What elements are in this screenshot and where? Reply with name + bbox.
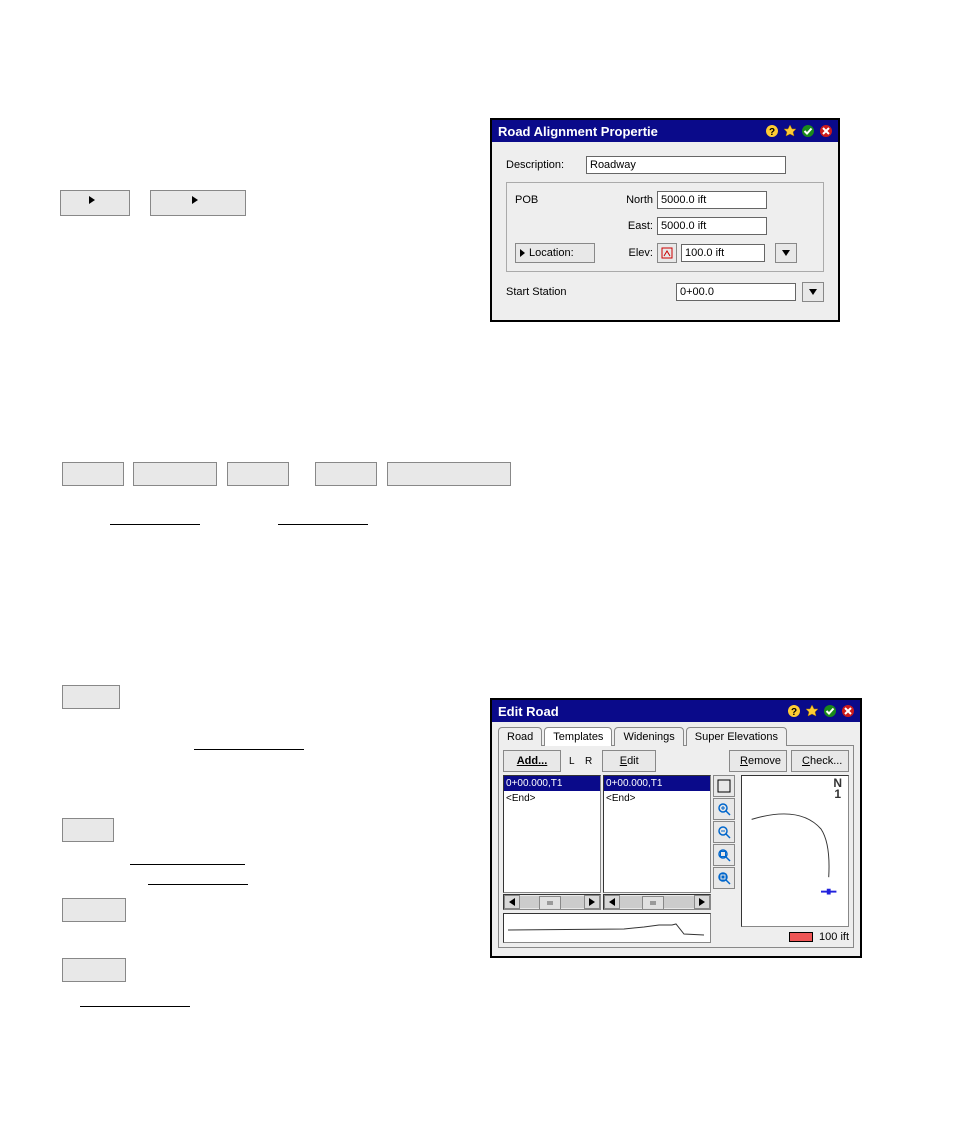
left-list-hscroll[interactable] [503, 894, 601, 910]
placeholder-button-2[interactable] [150, 190, 246, 216]
zoom-window-icon[interactable] [713, 844, 735, 866]
scroll-grip[interactable] [539, 896, 561, 910]
list-item[interactable]: <End> [604, 791, 710, 806]
dialog-titlebar: Edit Road ? [492, 700, 860, 722]
play-icon [520, 249, 525, 257]
edit-button[interactable]: Edit [602, 750, 656, 772]
zoom-in-icon[interactable] [713, 798, 735, 820]
north-input[interactable] [657, 191, 767, 209]
ok-icon[interactable] [800, 123, 816, 139]
pob-label: POB [515, 194, 613, 206]
placeholder-button-1[interactable] [60, 190, 130, 216]
elev-dropdown-button[interactable] [775, 243, 797, 263]
pob-fieldset: POB North East: Location: Elev: [506, 182, 824, 272]
toolbar-btn-4[interactable] [315, 462, 377, 486]
start-station-dropdown-button[interactable] [802, 282, 824, 302]
remove-button[interactable]: Remove [729, 750, 787, 772]
help-icon[interactable]: ? [786, 703, 802, 719]
list-item[interactable]: <End> [504, 791, 600, 806]
tab-bar: Road Templates Widenings Super Elevation… [492, 722, 860, 745]
scroll-left-icon[interactable] [604, 895, 620, 909]
lr-label: L R [569, 756, 596, 767]
start-station-input[interactable] [676, 283, 796, 301]
tab-body: Add... L R Edit Remove Check... 0+00.000… [498, 745, 854, 948]
east-label: East: [613, 220, 653, 232]
zoom-extents-icon[interactable] [713, 775, 735, 797]
tab-widenings[interactable]: Widenings [614, 727, 683, 746]
elev-input[interactable] [681, 244, 765, 262]
tab-road[interactable]: Road [498, 727, 542, 746]
north-label: North [613, 194, 653, 206]
bottom-link-1[interactable] [130, 850, 245, 865]
svg-text:?: ? [791, 707, 797, 718]
description-input[interactable] [586, 156, 786, 174]
location-button[interactable]: Location: [515, 243, 595, 263]
profile-strip [503, 913, 711, 943]
east-input[interactable] [657, 217, 767, 235]
toolbar-btn-5[interactable] [387, 462, 511, 486]
right-template-list[interactable]: 0+00.000,T1 <End> [603, 775, 711, 893]
tab-templates[interactable]: Templates [544, 727, 612, 746]
scale-legend: 100 ift [737, 931, 849, 943]
close-icon[interactable] [840, 703, 856, 719]
left-template-list[interactable]: 0+00.000,T1 <End> [503, 775, 601, 893]
scroll-right-icon[interactable] [694, 895, 710, 909]
dialog-title: Edit Road [498, 704, 786, 719]
toolbar-btn-3[interactable] [227, 462, 289, 486]
elev-icon-button[interactable] [657, 243, 677, 263]
help-icon[interactable]: ? [764, 123, 780, 139]
description-label: Description: [506, 159, 586, 171]
dialog-titlebar: Road Alignment Propertie ? [492, 120, 838, 142]
bottom-link-1b[interactable] [148, 870, 248, 885]
location-button-label: Location: [529, 247, 574, 259]
map-tools [713, 775, 735, 943]
start-station-label: Start Station [506, 286, 676, 298]
bottom-btn-3[interactable] [62, 958, 126, 982]
link-2[interactable] [278, 510, 368, 525]
mid-button[interactable] [62, 685, 120, 709]
add-button[interactable]: Add... [503, 750, 561, 772]
link-1[interactable] [110, 510, 200, 525]
close-icon[interactable] [818, 123, 834, 139]
bottom-btn-2[interactable] [62, 898, 126, 922]
road-alignment-dialog: Road Alignment Propertie ? Description: … [490, 118, 840, 322]
list-item[interactable]: 0+00.000,T1 [604, 776, 710, 791]
scroll-left-icon[interactable] [504, 895, 520, 909]
edit-road-dialog: Edit Road ? Road Templates Widenings Sup… [490, 698, 862, 958]
star-icon[interactable] [804, 703, 820, 719]
check-button[interactable]: Check... [791, 750, 849, 772]
scroll-grip[interactable] [642, 896, 664, 910]
list-item[interactable]: 0+00.000,T1 [504, 776, 600, 791]
toolbar-btn-2[interactable] [133, 462, 217, 486]
play-icon [192, 196, 198, 204]
ok-icon[interactable] [822, 703, 838, 719]
plan-view[interactable]: N 1 [741, 775, 849, 927]
scale-swatch [789, 932, 813, 942]
toolbar-btn-1[interactable] [62, 462, 124, 486]
elev-label: Elev: [613, 247, 653, 259]
star-icon[interactable] [782, 123, 798, 139]
bottom-btn-1[interactable] [62, 818, 114, 842]
bottom-link-3[interactable] [80, 992, 190, 1007]
scroll-right-icon[interactable] [584, 895, 600, 909]
zoom-object-icon[interactable] [713, 867, 735, 889]
play-icon [89, 196, 95, 204]
right-list-hscroll[interactable] [603, 894, 711, 910]
svg-text:?: ? [769, 127, 775, 138]
tab-super-elevations[interactable]: Super Elevations [686, 727, 787, 746]
zoom-out-icon[interactable] [713, 821, 735, 843]
dialog-title: Road Alignment Propertie [498, 124, 764, 139]
mid-link[interactable] [194, 735, 304, 750]
scale-label: 100 ift [819, 931, 849, 943]
